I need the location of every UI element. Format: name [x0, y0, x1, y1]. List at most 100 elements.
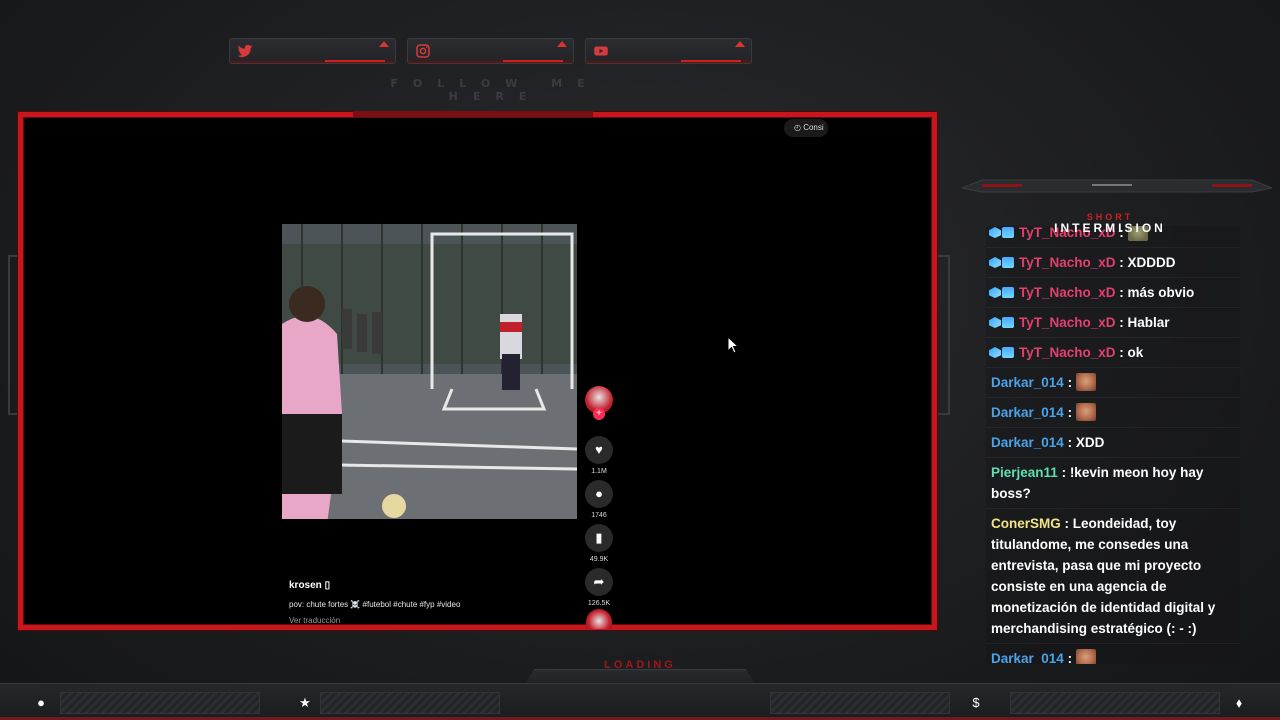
consent-button[interactable]: ◴ Consi	[784, 119, 828, 137]
save-count: 49.9K	[589, 556, 609, 563]
accent-line	[325, 60, 385, 62]
chat-username[interactable]: TyT_Nacho_xD	[1019, 315, 1116, 330]
chat-username[interactable]: TyT_Nacho_xD	[1019, 285, 1116, 300]
bottom-bar: ● ★ $ ⬧	[0, 683, 1280, 720]
chat-message: Darkar_014 : XDD	[986, 428, 1240, 458]
consent-label: Consi	[803, 123, 824, 132]
tiktok-video[interactable]	[282, 224, 577, 519]
chat-separator: :	[1063, 375, 1076, 390]
share-icon: ➦	[593, 574, 605, 589]
chat-separator: :	[1063, 435, 1076, 450]
chat-message: Darkar_014 :	[986, 368, 1240, 398]
video-caption: krosen ▯ pov: chute fortes ☠️ #futebol #…	[289, 580, 460, 625]
video-frame-image	[282, 224, 577, 519]
chat-text: Hablar	[1127, 315, 1170, 330]
chat-message: Darkar_014 :	[986, 644, 1240, 664]
follow-me-here-label: FOLLOW ME HERE	[390, 77, 600, 103]
save-button[interactable]: ▮	[585, 524, 613, 552]
diamond-badge-icon	[989, 347, 1001, 358]
chat-message: Darkar_014 :	[986, 398, 1240, 428]
emote-icon	[1075, 649, 1096, 664]
sub-badge-icon	[1002, 347, 1014, 358]
collapse-triangle-icon	[557, 41, 567, 47]
chat-separator: :	[1115, 285, 1128, 300]
twitter-icon	[237, 44, 253, 58]
chat-message: TyT_Nacho_xD : ok	[986, 338, 1240, 368]
collapse-triangle-icon	[735, 41, 745, 47]
chat-username[interactable]: Pierjean11	[991, 465, 1058, 480]
chat-text: ok	[1127, 345, 1144, 360]
intermission-label: INTERMISION	[1054, 221, 1166, 235]
chat-text: Leondeidad, toy titulandome, me consedes…	[991, 516, 1216, 636]
like-button[interactable]: ♥	[585, 436, 613, 464]
diamond-badge-icon	[989, 257, 1001, 268]
bottom-segment	[1010, 692, 1220, 714]
chat-separator: :	[1060, 516, 1073, 531]
comment-icon: ●	[595, 486, 603, 501]
chat-message: TyT_Nacho_xD : XDDDD	[986, 248, 1240, 278]
mouse-cursor-icon	[727, 336, 739, 354]
chat-username[interactable]: Darkar_014	[991, 375, 1064, 390]
instagram-icon	[416, 44, 430, 58]
bottom-segment	[320, 692, 500, 714]
emote-icon	[1075, 373, 1096, 391]
chat-username[interactable]: Darkar_014	[991, 651, 1064, 664]
chat-separator: :	[1057, 465, 1070, 480]
chat-separator: :	[1115, 255, 1128, 270]
chat-separator: :	[1063, 651, 1076, 664]
sub-badge-icon	[1002, 317, 1014, 328]
video-username[interactable]: krosen ▯	[289, 580, 460, 591]
comment-button[interactable]: ●	[585, 480, 613, 508]
instagram-bar	[407, 38, 574, 64]
frame-notch	[353, 111, 593, 117]
chat-username[interactable]: ConerSMG	[991, 516, 1061, 531]
youtube-bar	[585, 38, 752, 64]
youtube-icon	[594, 46, 608, 56]
chat-message: ConerSMG : Leondeidad, toy titulandome, …	[986, 509, 1240, 644]
bookmark-icon: ▮	[595, 530, 603, 545]
chat-text: XDDDD	[1127, 255, 1176, 270]
like-count: 1.1M	[591, 468, 607, 475]
diamond-badge-icon	[989, 287, 1001, 298]
chat-header-decoration	[962, 179, 1272, 193]
sub-badge-icon	[1002, 257, 1014, 268]
chat-username[interactable]: Darkar_014	[991, 405, 1064, 420]
creator-avatar[interactable]: +	[585, 386, 613, 420]
comment-count: 1746	[591, 512, 607, 519]
bottom-segment	[60, 692, 260, 714]
chat-text: más obvio	[1127, 285, 1195, 300]
chat-username[interactable]: Darkar_014	[991, 435, 1064, 450]
twitter-bar	[229, 38, 396, 64]
chat-username[interactable]: TyT_Nacho_xD	[1019, 345, 1116, 360]
chat-panel[interactable]: TyT_Nacho_xD : TyT_Nacho_xD : XDDDD TyT_N…	[986, 226, 1240, 664]
chat-separator: :	[1115, 345, 1128, 360]
drop-icon: ⬧	[1236, 695, 1242, 710]
video-description: pov: chute fortes ☠️ #futebol #chute #fy…	[289, 600, 461, 609]
loading-label: LOADING	[604, 659, 676, 671]
chat-separator: :	[1115, 315, 1128, 330]
translate-link[interactable]: Ver traducción	[289, 616, 460, 625]
chat-message-list: TyT_Nacho_xD : TyT_Nacho_xD : XDDDD TyT_N…	[986, 226, 1240, 664]
tiktok-action-rail: + ♥ 1.1M ● 1746 ▮ 49.9K ➦ 126.5K	[584, 386, 614, 612]
accent-line	[681, 60, 741, 62]
sub-badge-icon	[1002, 287, 1014, 298]
heart-icon: ♥	[595, 442, 603, 457]
chat-message: TyT_Nacho_xD : Hablar	[986, 308, 1240, 338]
dollar-icon: $	[972, 695, 980, 710]
music-disc-avatar[interactable]	[586, 609, 612, 629]
user-icon: ●	[37, 695, 45, 710]
follow-plus-icon[interactable]: +	[593, 408, 605, 420]
chat-message: Pierjean11 : !kevin meon hoy hay boss?	[986, 458, 1240, 509]
accent-line	[503, 60, 563, 62]
diamond-badge-icon	[989, 317, 1001, 328]
chat-message: TyT_Nacho_xD : más obvio	[986, 278, 1240, 308]
chat-username[interactable]: TyT_Nacho_xD	[1019, 255, 1116, 270]
emote-icon	[1075, 403, 1096, 421]
share-button[interactable]: ➦	[585, 568, 613, 596]
collapse-triangle-icon	[379, 41, 389, 47]
star-icon: ★	[299, 695, 311, 710]
bottom-segment	[770, 692, 950, 714]
chat-separator: :	[1063, 405, 1076, 420]
chat-text: XDD	[1075, 435, 1105, 450]
intermission-title: SHORT INTERMISION	[1000, 212, 1220, 235]
